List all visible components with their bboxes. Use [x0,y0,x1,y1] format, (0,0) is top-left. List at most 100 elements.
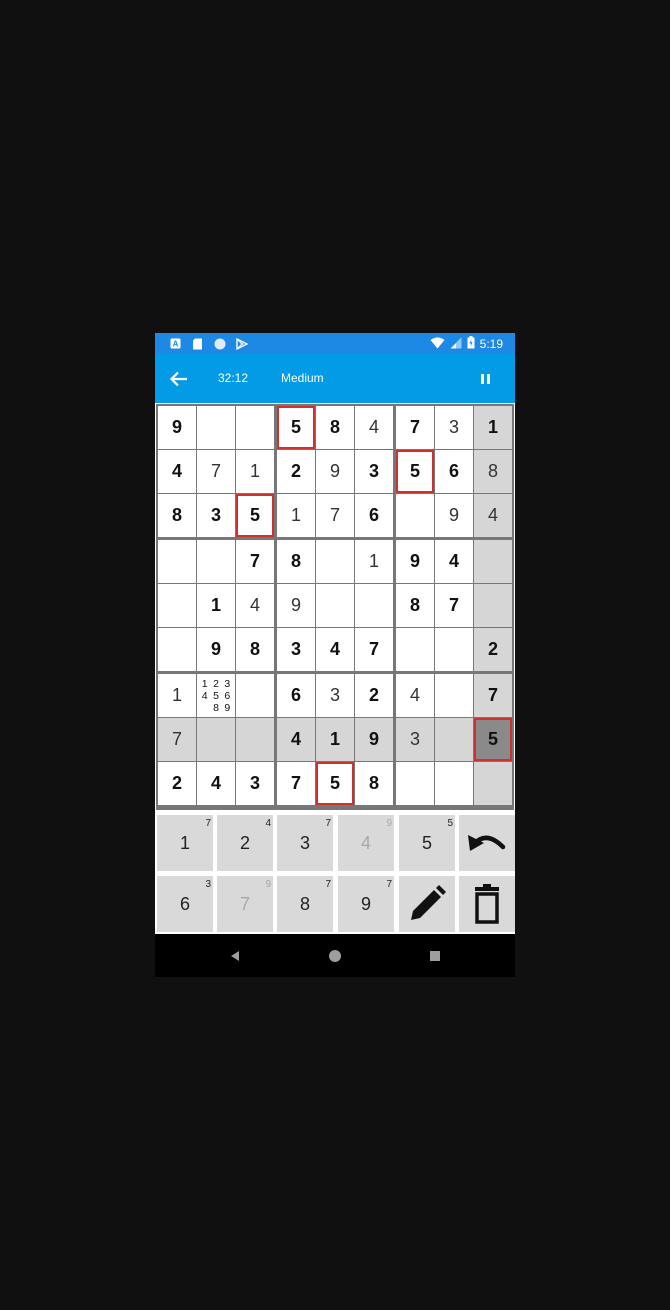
board-cell-r9-c7[interactable] [396,762,434,805]
board-cell-r2-c9[interactable]: 8 [474,450,512,493]
board-cell-r5-c4[interactable]: 9 [277,584,315,627]
board-cell-r2-c8[interactable]: 6 [435,450,473,493]
board-cell-r4-c8[interactable]: 4 [435,540,473,583]
board-cell-r6-c3[interactable]: 8 [236,628,274,671]
board-cell-r8-c7[interactable]: 3 [396,718,434,761]
board-cell-r6-c4[interactable]: 3 [277,628,315,671]
board-cell-r8-c9[interactable]: 5 [474,718,512,761]
board-cell-r7-c5[interactable]: 3 [316,674,354,717]
board-cell-r3-c8[interactable]: 9 [435,494,473,537]
board-cell-r7-c1[interactable]: 1 [158,674,196,717]
board-cell-r3-c2[interactable]: 3 [197,494,235,537]
board-cell-r8-c1[interactable]: 7 [158,718,196,761]
erase-button[interactable] [459,876,515,932]
board-cell-r2-c5[interactable]: 9 [316,450,354,493]
board-cell-r9-c8[interactable] [435,762,473,805]
pause-icon[interactable] [475,369,495,389]
board-cell-r1-c1[interactable]: 9 [158,406,196,449]
number-key-7[interactable]: 79 [217,876,273,932]
board-cell-r6-c7[interactable] [396,628,434,671]
board-cell-r8-c5[interactable]: 1 [316,718,354,761]
board-cell-r6-c1[interactable] [158,628,196,671]
status-time: 5:19 [479,337,503,351]
number-key-2[interactable]: 24 [217,815,273,871]
home-circle-icon[interactable] [325,946,345,966]
board-cell-r2-c2[interactable]: 7 [197,450,235,493]
board-cell-r4-c3[interactable]: 7 [236,540,274,583]
board-cell-r5-c1[interactable] [158,584,196,627]
board-cell-r5-c6[interactable] [355,584,393,627]
board-cell-r7-c8[interactable] [435,674,473,717]
board-cell-r7-c9[interactable]: 7 [474,674,512,717]
pencil-button[interactable] [399,876,455,932]
board-cell-r9-c1[interactable]: 2 [158,762,196,805]
board-cell-r3-c7[interactable] [396,494,434,537]
number-key-3[interactable]: 37 [277,815,333,871]
board-cell-r5-c9[interactable] [474,584,512,627]
number-key-6[interactable]: 63 [157,876,213,932]
board-cell-r9-c9[interactable] [474,762,512,805]
note-digit: 1 [201,677,208,690]
board-cell-r3-c5[interactable]: 7 [316,494,354,537]
board-cell-r5-c3[interactable]: 4 [236,584,274,627]
number-key-1[interactable]: 17 [157,815,213,871]
board-cell-r5-c2[interactable]: 1 [197,584,235,627]
board-cell-r7-c4[interactable]: 6 [277,674,315,717]
board-cell-r6-c8[interactable] [435,628,473,671]
board-cell-r5-c8[interactable]: 7 [435,584,473,627]
board-cell-r3-c9[interactable]: 4 [474,494,512,537]
board-cell-r1-c4[interactable]: 5 [277,406,315,449]
board-cell-r4-c9[interactable] [474,540,512,583]
number-key-5[interactable]: 55 [399,815,455,871]
board-cell-r3-c1[interactable]: 8 [158,494,196,537]
board-cell-r8-c6[interactable]: 9 [355,718,393,761]
board-cell-r6-c6[interactable]: 7 [355,628,393,671]
board-cell-r8-c4[interactable]: 4 [277,718,315,761]
number-key-9[interactable]: 97 [338,876,394,932]
board-cell-r8-c3[interactable] [236,718,274,761]
board-cell-r9-c2[interactable]: 4 [197,762,235,805]
board-cell-r1-c5[interactable]: 8 [316,406,354,449]
number-key-4[interactable]: 49 [338,815,394,871]
board-cell-r4-c1[interactable] [158,540,196,583]
board-cell-r7-c2[interactable]: 123 45689 [197,674,235,717]
board-cell-r5-c5[interactable] [316,584,354,627]
board-cell-r2-c1[interactable]: 4 [158,450,196,493]
board-cell-r9-c4[interactable]: 7 [277,762,315,805]
board-cell-r9-c6[interactable]: 8 [355,762,393,805]
board-cell-r9-c5[interactable]: 5 [316,762,354,805]
board-cell-r4-c5[interactable] [316,540,354,583]
board-cell-r2-c6[interactable]: 3 [355,450,393,493]
board-cell-r2-c4[interactable]: 2 [277,450,315,493]
board-cell-r2-c3[interactable]: 1 [236,450,274,493]
board-cell-r7-c7[interactable]: 4 [396,674,434,717]
board-cell-r2-c7[interactable]: 5 [396,450,434,493]
recents-square-icon[interactable] [425,946,445,966]
board-cell-r7-c6[interactable]: 2 [355,674,393,717]
board-cell-r8-c2[interactable] [197,718,235,761]
undo-button[interactable] [459,815,515,871]
back-triangle-icon[interactable] [225,946,245,966]
board-cell-r1-c3[interactable] [236,406,274,449]
board-cell-r6-c2[interactable]: 9 [197,628,235,671]
board-cell-r7-c3[interactable] [236,674,274,717]
board-cell-r4-c7[interactable]: 9 [396,540,434,583]
number-key-8[interactable]: 87 [277,876,333,932]
board-cell-r6-c9[interactable]: 2 [474,628,512,671]
board-cell-r3-c3[interactable]: 5 [236,494,274,537]
board-cell-r4-c4[interactable]: 8 [277,540,315,583]
board-cell-r4-c2[interactable] [197,540,235,583]
board-cell-r3-c6[interactable]: 6 [355,494,393,537]
board-cell-r1-c8[interactable]: 3 [435,406,473,449]
board-cell-r1-c7[interactable]: 7 [396,406,434,449]
arrow-left-icon[interactable] [167,367,191,391]
board-cell-r4-c6[interactable]: 1 [355,540,393,583]
board-cell-r1-c6[interactable]: 4 [355,406,393,449]
board-cell-r1-c9[interactable]: 1 [474,406,512,449]
board-cell-r3-c4[interactable]: 1 [277,494,315,537]
board-cell-r9-c3[interactable]: 3 [236,762,274,805]
board-cell-r5-c7[interactable]: 8 [396,584,434,627]
board-cell-r8-c8[interactable] [435,718,473,761]
board-cell-r1-c2[interactable] [197,406,235,449]
board-cell-r6-c5[interactable]: 4 [316,628,354,671]
